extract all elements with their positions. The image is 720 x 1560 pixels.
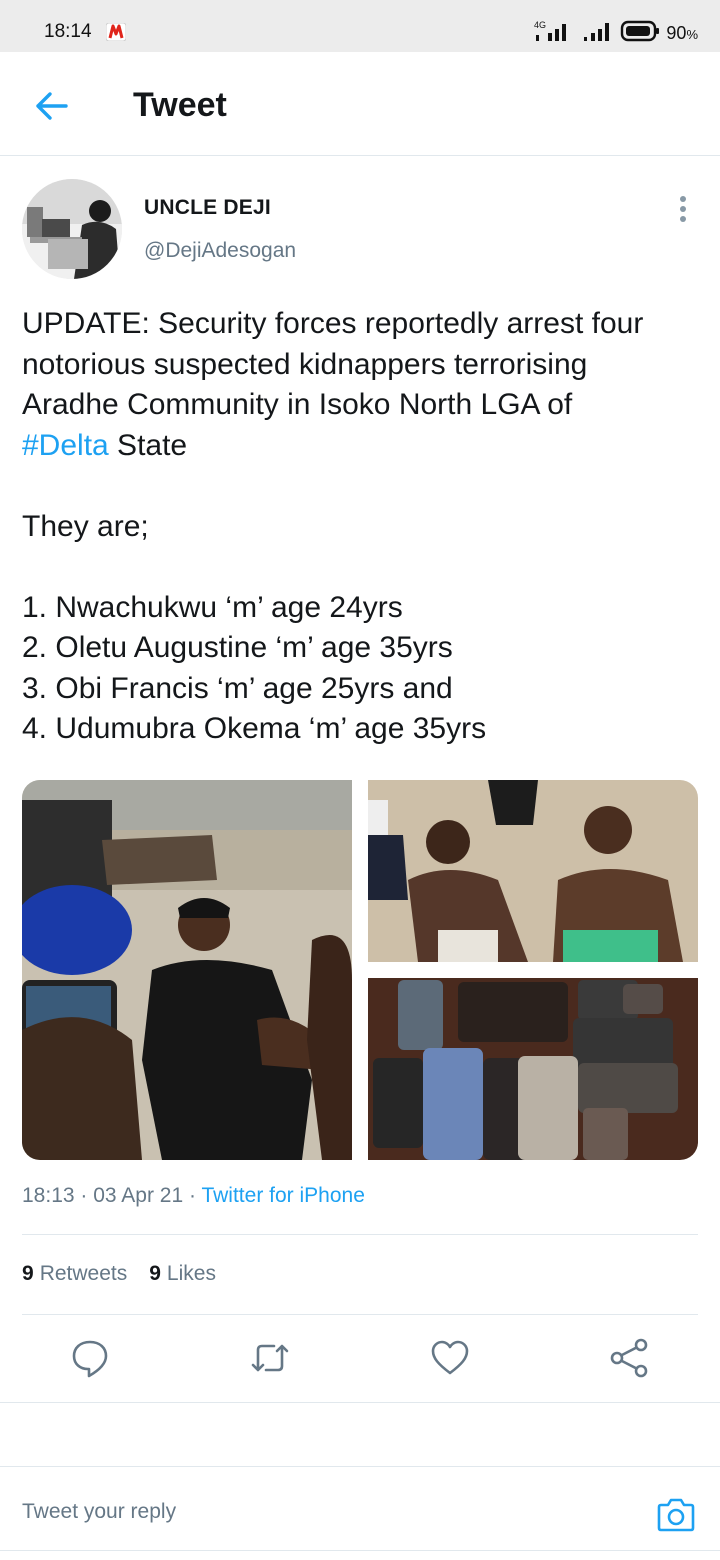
retweets-count: 9 <box>22 1262 34 1285</box>
list-item: 2. Oletu Augustine ‘m’ age 35yrs <box>22 631 453 664</box>
reply-input[interactable]: Tweet your reply <box>22 1500 622 1532</box>
tweet-line: #Delta State <box>22 426 712 467</box>
heart-icon <box>431 1340 469 1375</box>
tweet-source-link[interactable]: Twitter for iPhone <box>201 1184 364 1207</box>
tweet-line: They are; <box>22 509 149 543</box>
list-item: 3. Obi Francis ‘m’ age 25yrs and <box>22 671 453 705</box>
tweet-line-rest: State <box>108 428 188 462</box>
list-item: 4. Udumubra Okema ‘m’ age 35yrs <box>22 712 487 745</box>
tweet-line: UPDATE: Security forces reportedly arres… <box>22 307 644 340</box>
likes-count: 9 <box>149 1262 161 1285</box>
tweet-line: notorious suspected kidnappers terrorisi… <box>22 347 588 381</box>
tweet-meta: 18:13 · 03 Apr 21 · Twitter for iPhone <box>22 1184 365 1208</box>
media-grid <box>22 780 698 1160</box>
meta-separator: · <box>189 1184 196 1207</box>
photo-1[interactable] <box>22 780 352 1160</box>
comment-icon <box>72 1340 108 1378</box>
status-time: 18:14 <box>44 21 92 42</box>
avatar[interactable] <box>22 179 122 279</box>
author-handle[interactable]: @DejiAdesogan <box>144 239 296 263</box>
battery-percent: 90% <box>666 22 698 43</box>
tweet-date: 03 Apr 21 <box>93 1184 184 1207</box>
likes-label: Likes <box>166 1262 216 1285</box>
network-type: 4G <box>534 20 546 30</box>
status-bar: 18:14 4G 90% <box>0 0 720 52</box>
divider <box>22 1234 698 1235</box>
divider <box>0 1550 720 1551</box>
action-bar <box>0 1336 720 1384</box>
retweets-label: Retweets <box>39 1262 128 1285</box>
more-vertical-icon <box>680 196 686 222</box>
news-notification-icon <box>105 22 127 42</box>
retweet-icon <box>251 1344 289 1372</box>
top-app-bar: Tweet <box>0 52 720 156</box>
share-button[interactable] <box>608 1336 652 1380</box>
author-name[interactable]: UNCLE DEJI <box>144 196 271 220</box>
retweet-button[interactable] <box>248 1336 292 1380</box>
more-options-button[interactable] <box>672 192 694 226</box>
photo-2[interactable] <box>368 780 698 962</box>
back-button[interactable] <box>30 86 74 126</box>
signal-icon: 4G <box>534 19 576 48</box>
likes-stat[interactable]: 9 Likes <box>149 1262 216 1286</box>
share-icon <box>610 1338 648 1378</box>
arrow-left-icon <box>36 92 68 120</box>
like-button[interactable] <box>428 1336 472 1380</box>
signal-icon-2 <box>582 19 614 48</box>
tweet-time: 18:13 <box>22 1184 75 1207</box>
photo-3[interactable] <box>368 978 698 1160</box>
page-title: Tweet <box>133 86 227 124</box>
list-item: 1. Nwachukwu ‘m’ age 24yrs <box>22 590 403 624</box>
divider <box>0 1402 720 1403</box>
retweets-stat[interactable]: 9 Retweets <box>22 1262 127 1286</box>
tweet-line: Aradhe Community in Isoko North LGA of <box>22 388 573 421</box>
tweet-stats: 9 Retweets 9 Likes <box>22 1262 216 1286</box>
divider <box>0 1466 720 1467</box>
status-right: 4G 90% <box>534 20 698 46</box>
camera-icon <box>657 1498 695 1532</box>
reply-button[interactable] <box>68 1336 112 1380</box>
battery-icon <box>620 19 660 48</box>
meta-separator: · <box>80 1184 88 1207</box>
divider <box>22 1314 698 1315</box>
hashtag-link[interactable]: #Delta <box>22 429 109 462</box>
camera-button[interactable] <box>655 1495 697 1535</box>
tweet-text: UPDATE: Security forces reportedly arres… <box>22 304 712 750</box>
